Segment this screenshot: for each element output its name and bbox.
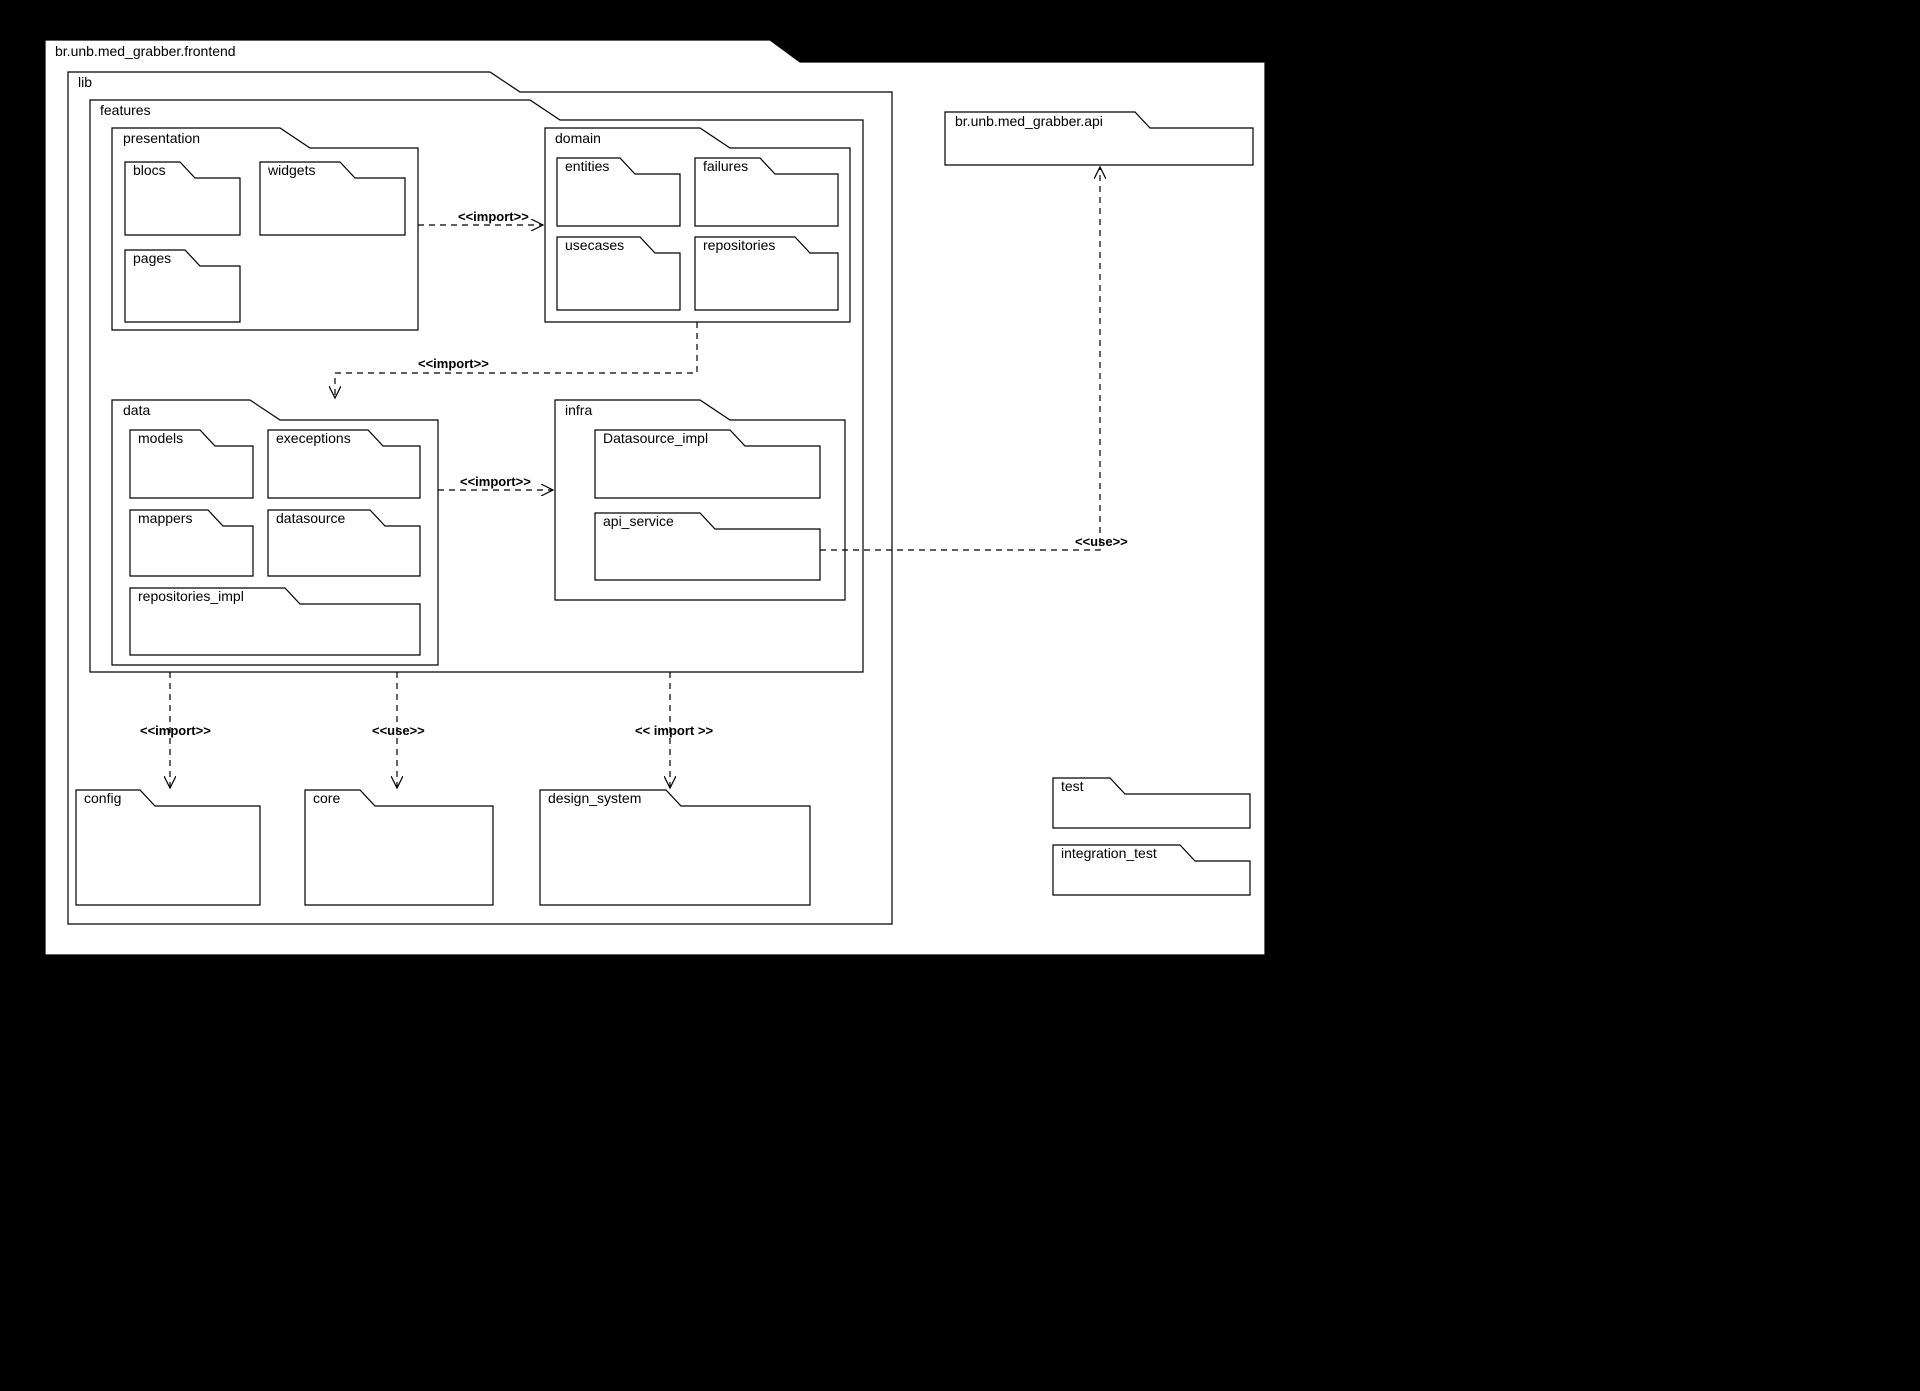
label-integration-test: integration_test	[1061, 845, 1157, 861]
rel-presentation-domain: <<import>>	[458, 209, 529, 224]
label-mappers: mappers	[138, 510, 192, 526]
rel-domain-data: <<import>>	[418, 356, 489, 371]
package-core: core	[305, 790, 493, 905]
label-features: features	[100, 102, 151, 118]
label-datasource: datasource	[276, 510, 345, 526]
label-api: br.unb.med_grabber.api	[955, 113, 1103, 129]
label-pages: pages	[133, 250, 171, 266]
rel-api-service-api: <<use>>	[1075, 534, 1128, 549]
label-domain: domain	[555, 130, 601, 146]
rel-data-infra: <<import>>	[460, 474, 531, 489]
label-design-system: design_system	[548, 790, 641, 806]
label-failures: failures	[703, 158, 748, 174]
rel-features-core: <<use>>	[372, 723, 425, 738]
label-config: config	[84, 790, 121, 806]
label-data: data	[123, 402, 150, 418]
rel-features-design-system: << import >>	[635, 723, 713, 738]
label-api-service: api_service	[603, 513, 674, 529]
label-repositories-impl: repositories_impl	[138, 588, 244, 604]
label-core: core	[313, 790, 340, 806]
label-entities: entities	[565, 158, 609, 174]
label-widgets: widgets	[267, 162, 315, 178]
label-execeptions: execeptions	[276, 430, 351, 446]
label-datasource-impl: Datasource_impl	[603, 430, 708, 446]
label-models: models	[138, 430, 183, 446]
label-usecases: usecases	[565, 237, 624, 253]
label-blocs: blocs	[133, 162, 166, 178]
label-repositories: repositories	[703, 237, 775, 253]
package-config: config	[76, 790, 260, 905]
label-test: test	[1061, 778, 1084, 794]
label-infra: infra	[565, 402, 592, 418]
label-presentation: presentation	[123, 130, 200, 146]
package-design-system: design_system	[540, 790, 810, 905]
label-lib: lib	[78, 74, 92, 90]
label-frontend: br.unb.med_grabber.frontend	[55, 43, 236, 59]
rel-features-config: <<import>>	[140, 723, 211, 738]
